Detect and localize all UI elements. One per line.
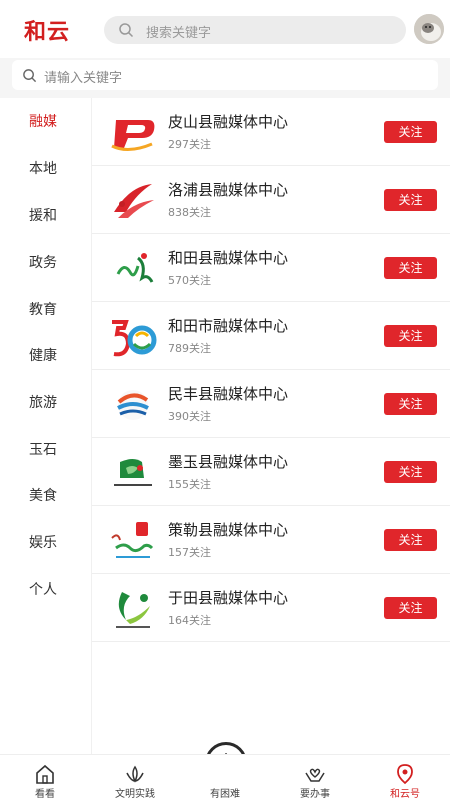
media-title: 墨玉县融媒体中心 [168, 453, 289, 471]
media-title: 民丰县融媒体中心 [168, 385, 289, 403]
bottom-tab-bar: 看看 文明实践 有困难 要办事 和云号 [0, 754, 450, 800]
sidebar-item-jiaoyu[interactable]: 教育 [0, 295, 92, 325]
media-title: 策勒县融媒体中心 [168, 521, 289, 539]
follower-count: 570关注 [168, 274, 211, 287]
list-item[interactable]: 策勒县融媒体中心 157关注 关注 [92, 506, 450, 574]
list-item[interactable]: 皮山县融媒体中心 297关注 关注 [92, 98, 450, 166]
calligraphy-seal-logo-icon [111, 522, 154, 558]
tab-label: 要办事 [300, 789, 330, 800]
top-bar: 和云 搜索关键字 [0, 0, 450, 58]
follower-count: 789关注 [168, 342, 211, 355]
tab-kankan[interactable]: 看看 [0, 755, 90, 801]
home-icon [36, 764, 54, 784]
hands-heart-icon [305, 768, 325, 782]
tab-you-kunnan[interactable]: 有困难 [180, 755, 270, 801]
list-item[interactable]: 墨玉县融媒体中心 155关注 关注 [92, 438, 450, 506]
sidebar-item-geren[interactable]: 个人 [0, 575, 92, 605]
keyword-search-placeholder: 请输入关键字 [44, 71, 123, 86]
sidebar-item-jiankang[interactable]: 健康 [0, 341, 92, 371]
sidebar-item-meishi[interactable]: 美食 [0, 481, 92, 511]
tab-yao-banshi[interactable]: 要办事 [270, 755, 360, 801]
header-search-bar[interactable]: 搜索关键字 [104, 16, 406, 44]
list-item[interactable]: 于田县融媒体中心 164关注 关注 [92, 574, 450, 642]
category-sidebar: 融媒 本地 援和 政务 教育 健康 旅游 玉石 美食 娱乐 个人 [0, 98, 92, 754]
sub-search-area: 请输入关键字 [0, 58, 450, 98]
follow-button[interactable]: 关注 [384, 393, 437, 415]
media-title: 和田县融媒体中心 [168, 249, 289, 267]
location-pin-icon [397, 764, 413, 785]
colorful-50-logo-icon [112, 320, 157, 357]
follower-count: 157关注 [168, 546, 211, 559]
sidebar-item-rongmei[interactable]: 融媒 [0, 107, 92, 137]
tab-label: 看看 [35, 789, 55, 800]
sidebar-item-zhengwu[interactable]: 政务 [0, 248, 92, 278]
sidebar-item-yule[interactable]: 娱乐 [0, 528, 92, 558]
green-leaf-logo-icon [116, 592, 150, 628]
search-icon [119, 23, 134, 38]
list-item[interactable]: 和田县融媒体中心 570关注 关注 [92, 234, 450, 302]
tab-label: 文明实践 [115, 789, 155, 800]
search-icon [23, 69, 37, 83]
follower-count: 838关注 [168, 206, 211, 219]
avatar[interactable] [414, 14, 444, 44]
tab-heyun-hao[interactable]: 和云号 [360, 755, 450, 801]
follow-button[interactable]: 关注 [384, 529, 437, 551]
follow-button[interactable]: 关注 [384, 597, 437, 619]
keyword-search-input[interactable]: 请输入关键字 [12, 60, 438, 90]
red-swoosh-logo-icon [114, 184, 154, 218]
media-title: 和田市融媒体中心 [168, 317, 289, 335]
tab-wenming-shijian[interactable]: 文明实践 [90, 755, 180, 801]
media-title: 皮山县融媒体中心 [168, 113, 289, 131]
wave-circle-logo-icon [117, 390, 149, 420]
media-center-list: 皮山县融媒体中心 297关注 关注 洛浦县融媒体中心 838关注 关注 和田县融… [92, 98, 450, 754]
follower-count: 155关注 [168, 478, 211, 491]
follow-button[interactable]: 关注 [384, 325, 437, 347]
follower-count: 297关注 [168, 138, 211, 151]
app-logo: 和云 [24, 19, 71, 45]
follow-button[interactable]: 关注 [384, 257, 437, 279]
cat-avatar-icon [414, 14, 444, 44]
tab-label: 有困难 [210, 789, 240, 800]
list-item[interactable]: 民丰县融媒体中心 390关注 关注 [92, 370, 450, 438]
tab-label: 和云号 [390, 789, 420, 800]
follower-count: 164关注 [168, 614, 211, 627]
green-emblem-logo-icon [114, 459, 152, 486]
follower-count: 390关注 [168, 410, 211, 423]
media-title: 于田县融媒体中心 [168, 589, 289, 607]
sidebar-item-bendi[interactable]: 本地 [0, 154, 92, 184]
sidebar-item-yuanhe[interactable]: 援和 [0, 201, 92, 231]
media-title: 洛浦县融媒体中心 [168, 181, 289, 199]
red-p-logo-icon [111, 120, 155, 151]
lotus-icon [126, 765, 144, 783]
follow-button[interactable]: 关注 [384, 461, 437, 483]
green-calligraphy-logo-icon [116, 253, 154, 283]
list-item[interactable]: 洛浦县融媒体中心 838关注 关注 [92, 166, 450, 234]
header-search-placeholder: 搜索关键字 [146, 26, 212, 41]
follow-button[interactable]: 关注 [384, 189, 437, 211]
sidebar-item-yushi[interactable]: 玉石 [0, 435, 92, 465]
sidebar-item-lvyou[interactable]: 旅游 [0, 388, 92, 418]
list-item[interactable]: 和田市融媒体中心 789关注 关注 [92, 302, 450, 370]
follow-button[interactable]: 关注 [384, 121, 437, 143]
